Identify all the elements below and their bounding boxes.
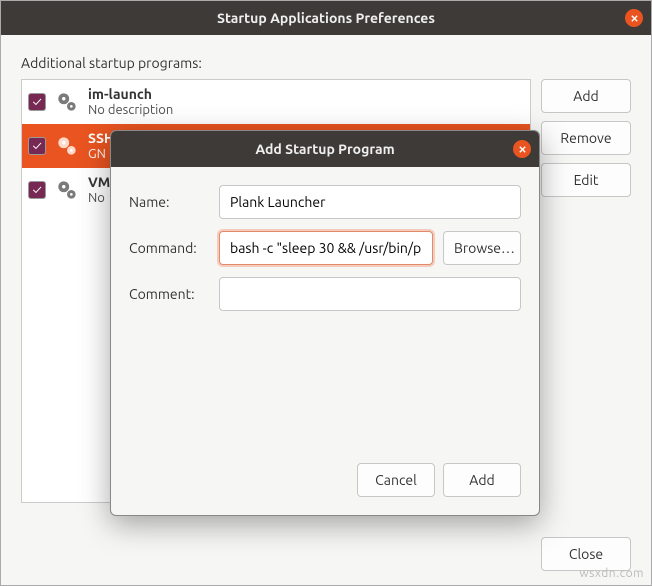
edit-button[interactable]: Edit	[541, 163, 631, 197]
program-text: VMNo	[88, 174, 110, 206]
program-description: No	[88, 191, 110, 207]
form-row-name: Name:	[129, 185, 521, 219]
main-titlebar: Startup Applications Preferences	[1, 1, 651, 35]
comment-label: Comment:	[129, 286, 209, 302]
close-button[interactable]: Close	[541, 537, 631, 571]
side-buttons: Add Remove Edit	[541, 79, 631, 503]
add-button[interactable]: Add	[541, 79, 631, 113]
browse-button[interactable]: Browse…	[443, 231, 521, 265]
checkbox[interactable]: ✓	[28, 137, 46, 155]
program-name: im-launch	[88, 86, 173, 103]
footer: Close	[1, 523, 651, 585]
watermark: wsxdn.com	[579, 567, 644, 580]
add-startup-dialog: Add Startup Program Name: Command: Brows…	[110, 130, 540, 516]
gears-icon	[54, 89, 80, 115]
name-field[interactable]	[219, 185, 521, 219]
program-text: im-launchNo description	[88, 86, 173, 118]
command-field[interactable]	[219, 231, 433, 265]
checkbox[interactable]: ✓	[28, 181, 46, 199]
gears-icon	[54, 133, 80, 159]
form-row-command: Command: Browse…	[129, 231, 521, 265]
window-title: Startup Applications Preferences	[217, 10, 435, 26]
command-label: Command:	[129, 240, 209, 256]
checkbox[interactable]: ✓	[28, 93, 46, 111]
program-name: VM	[88, 174, 110, 191]
cancel-button[interactable]: Cancel	[357, 463, 435, 497]
dialog-add-button[interactable]: Add	[443, 463, 521, 497]
dialog-footer: Cancel Add	[111, 453, 539, 515]
dialog-close-icon[interactable]	[513, 140, 531, 158]
program-row[interactable]: ✓ im-launchNo description	[22, 80, 530, 124]
dialog-title: Add Startup Program	[255, 141, 394, 157]
program-description: No description	[88, 103, 173, 119]
dialog-titlebar: Add Startup Program	[111, 131, 539, 167]
dialog-body: Name: Command: Browse… Comment:	[111, 167, 539, 333]
name-label: Name:	[129, 194, 209, 210]
form-row-comment: Comment:	[129, 277, 521, 311]
section-label: Additional startup programs:	[21, 55, 631, 71]
close-icon[interactable]	[625, 9, 643, 27]
comment-field[interactable]	[219, 277, 521, 311]
remove-button[interactable]: Remove	[541, 121, 631, 155]
gears-icon	[54, 177, 80, 203]
